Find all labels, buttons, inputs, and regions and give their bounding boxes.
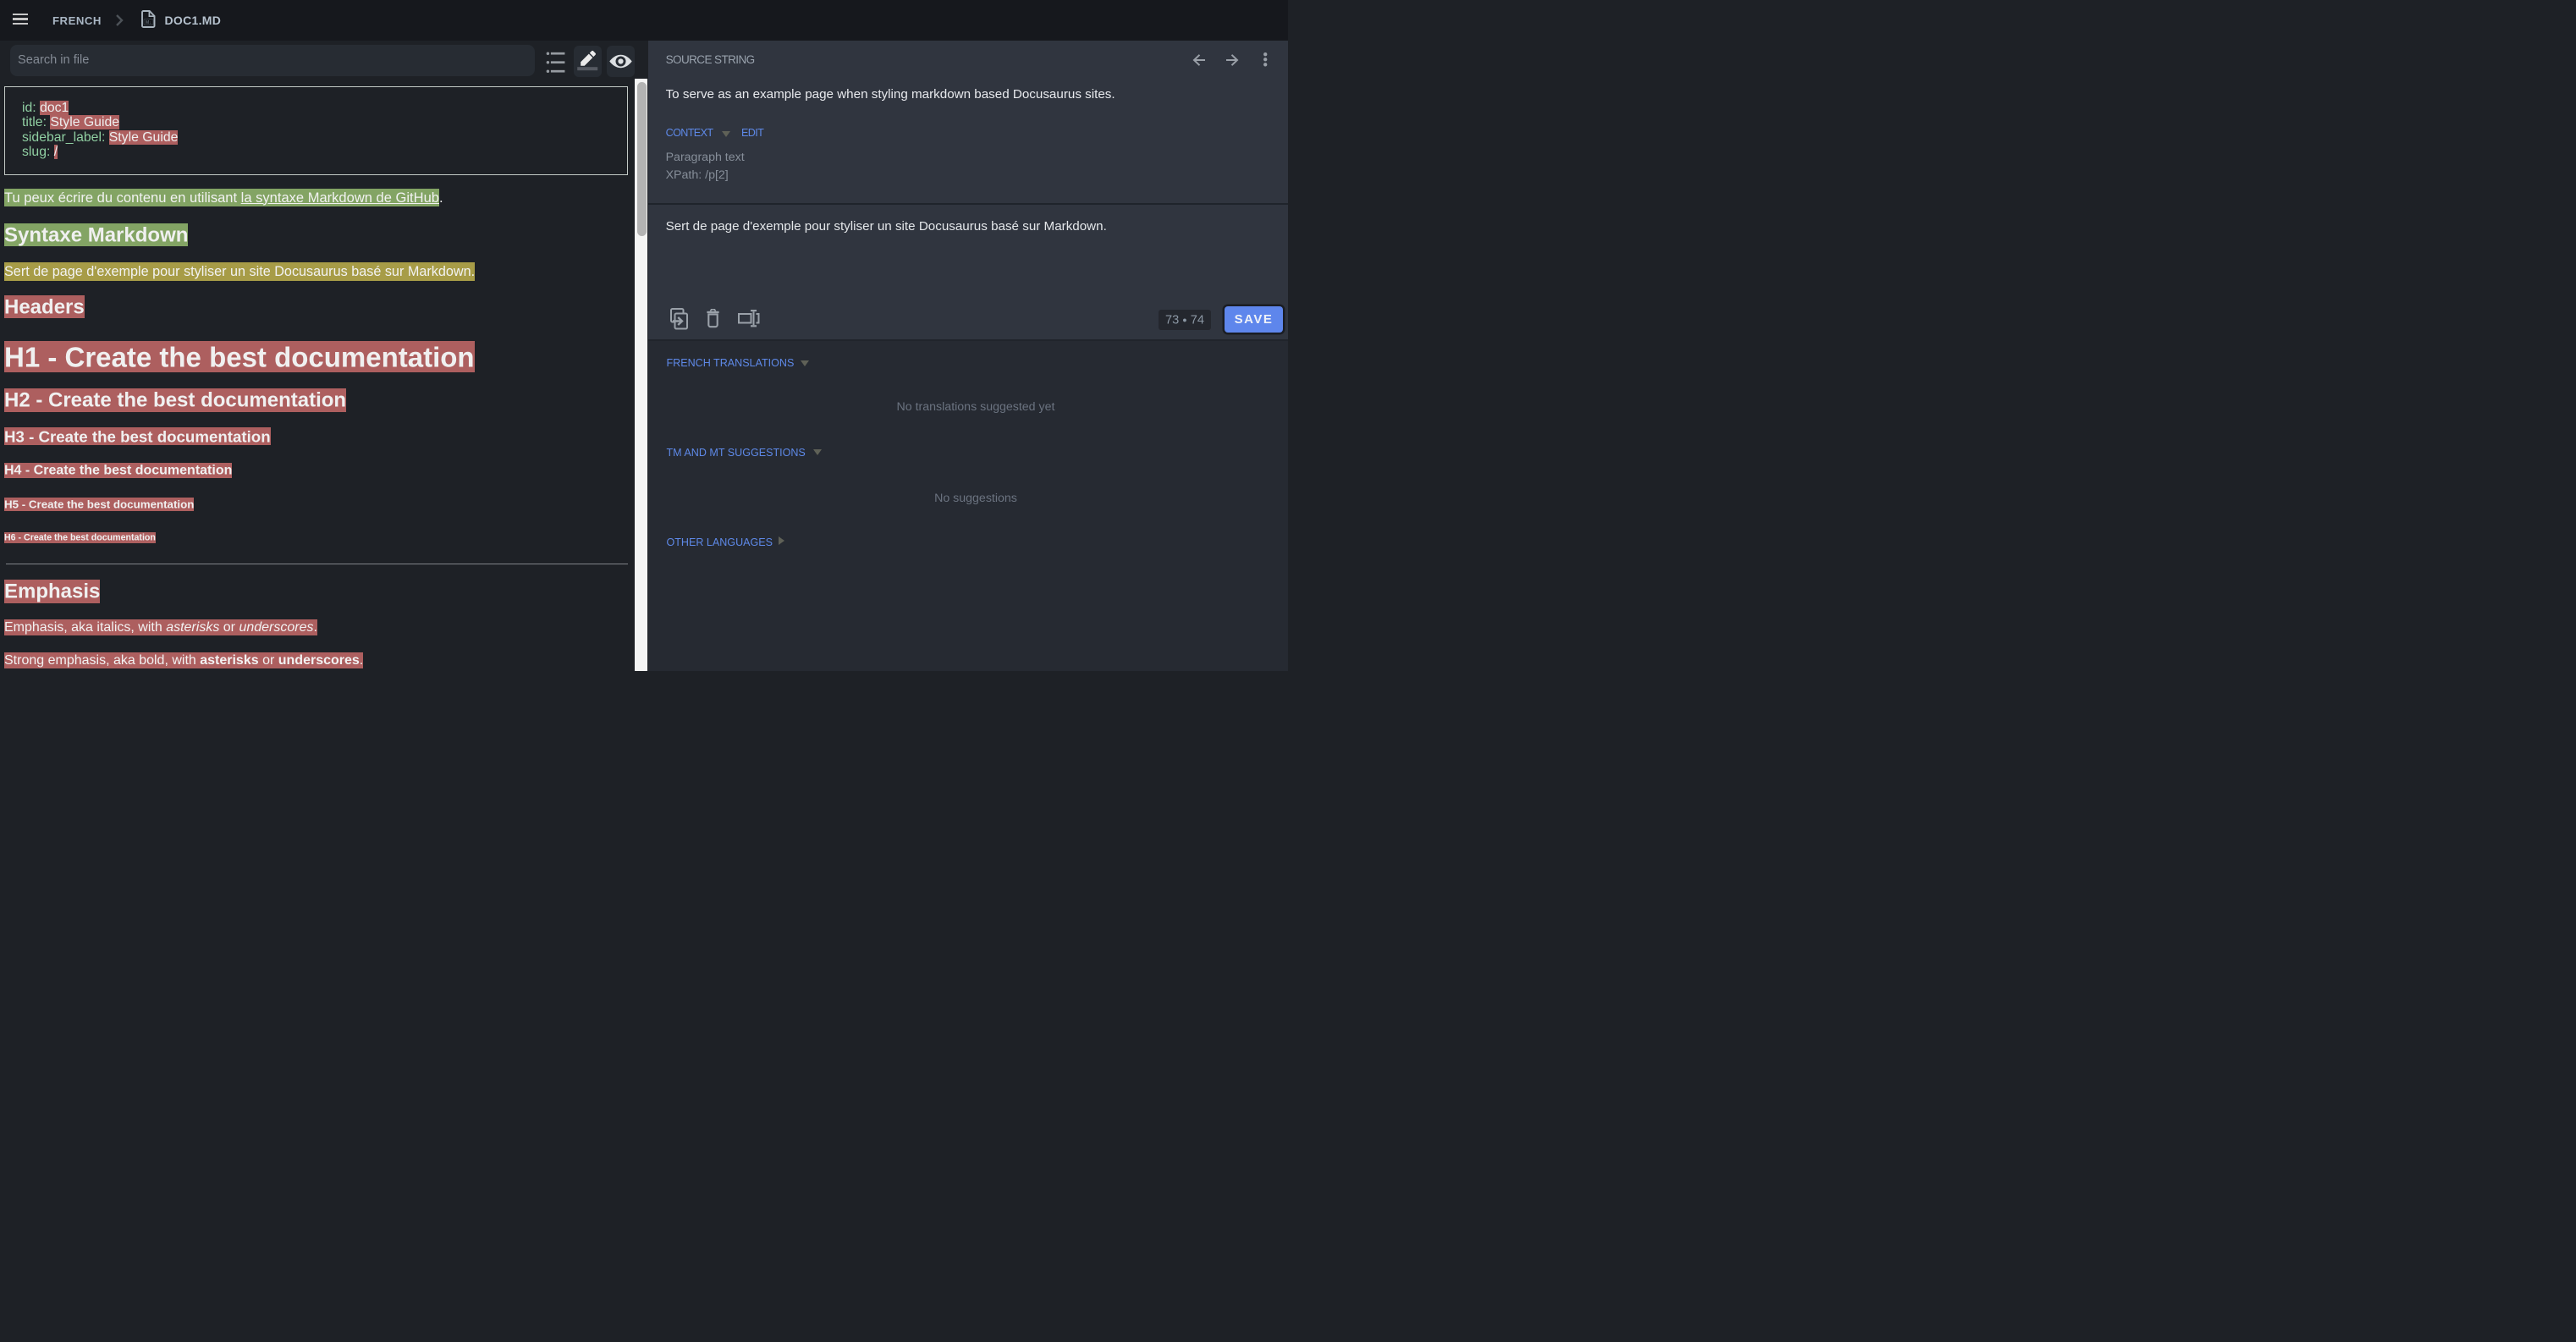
- svg-text:M↓: M↓: [146, 20, 151, 25]
